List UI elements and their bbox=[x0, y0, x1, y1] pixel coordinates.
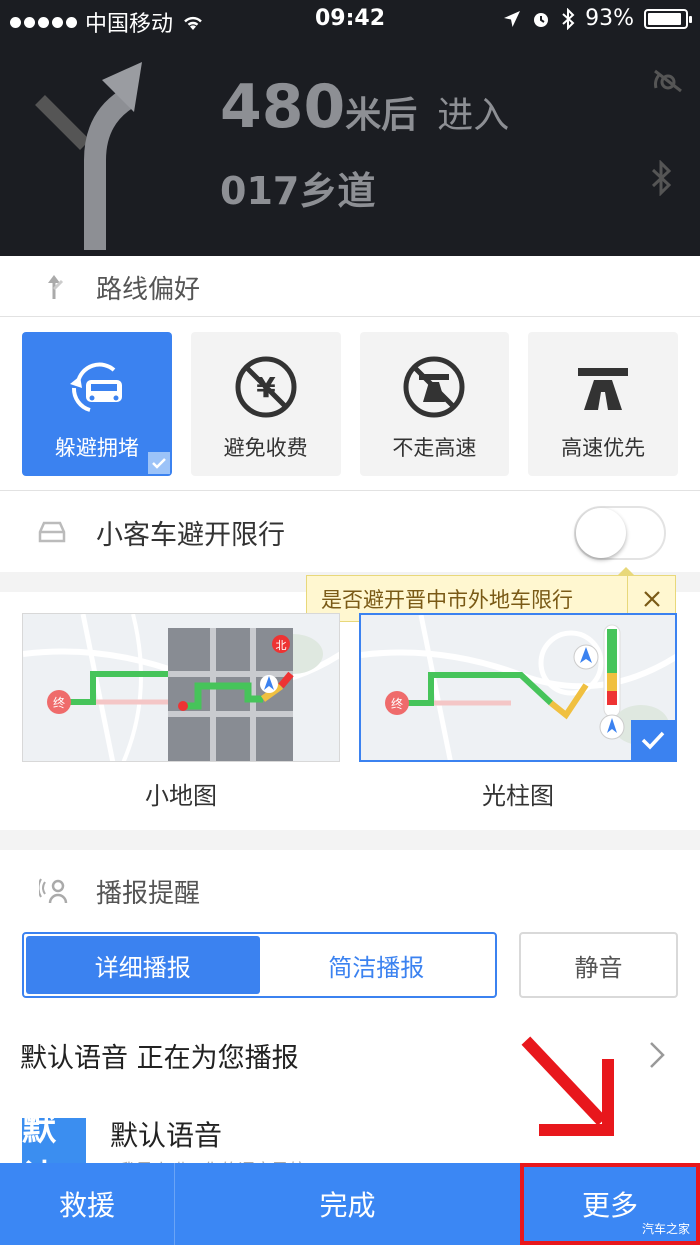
north-indicator-text: 北 bbox=[276, 639, 287, 652]
divider bbox=[0, 490, 700, 491]
broadcast-person-icon bbox=[39, 878, 68, 904]
check-icon bbox=[147, 452, 170, 474]
pref-label: 高速优先 bbox=[561, 436, 646, 460]
navigation-header: 480米后 进入 017乡道 bbox=[0, 40, 700, 256]
map-style-label: 小地图 bbox=[145, 782, 217, 810]
section-gap bbox=[0, 830, 700, 850]
rescue-button[interactable]: 救援 bbox=[0, 1163, 175, 1245]
pref-avoid-toll[interactable]: ¥ 避免收费 bbox=[190, 332, 341, 476]
battery-percent: 93% bbox=[585, 6, 634, 31]
alarm-icon bbox=[534, 12, 549, 27]
red-arrow-annotation bbox=[521, 1036, 614, 1136]
restriction-label: 小客车避开限行 bbox=[96, 519, 285, 551]
route-pref-options: 躲避拥堵 ¥ 避免收费 不走高速 高速优先 bbox=[22, 332, 678, 476]
route-fork-icon bbox=[48, 275, 64, 299]
distance-value: 480 bbox=[220, 72, 346, 142]
broadcast-title: 播报提醒 bbox=[96, 878, 201, 909]
turn-action: 进入 bbox=[437, 95, 510, 136]
done-button[interactable]: 完成 bbox=[175, 1163, 520, 1245]
distance-unit: 米后 bbox=[345, 95, 418, 136]
check-icon bbox=[631, 720, 675, 760]
bluetooth-icon bbox=[562, 7, 575, 30]
mode-concise-button[interactable]: 简洁播报 bbox=[260, 936, 494, 994]
status-bar: 中国移动 09:42 93% bbox=[0, 0, 700, 40]
turn-right-arrow-icon bbox=[35, 62, 142, 250]
bottom-action-bar: 救援 完成 更多 汽车之家 bbox=[0, 1163, 700, 1245]
destination-marker-text: 终 bbox=[391, 696, 403, 711]
more-label: 更多 bbox=[581, 1189, 638, 1222]
map-style-light-bar[interactable]: 终 bbox=[359, 613, 677, 762]
pref-no-highway[interactable]: 不走高速 bbox=[359, 332, 510, 476]
location-arrow-icon bbox=[504, 10, 521, 27]
voice-name: 默认语音 bbox=[110, 1119, 223, 1152]
voice-off-icon[interactable] bbox=[652, 68, 684, 94]
mute-button[interactable]: 静音 bbox=[519, 932, 678, 998]
watermark: 汽车之家 bbox=[641, 1222, 690, 1236]
restriction-toggle[interactable] bbox=[574, 506, 666, 560]
divider bbox=[0, 316, 700, 317]
highway-icon bbox=[578, 368, 629, 410]
pref-label: 不走高速 bbox=[392, 436, 477, 460]
mini-map-preview: 终 北 bbox=[23, 614, 339, 761]
bluetooth-icon[interactable] bbox=[650, 160, 674, 196]
no-highway-icon bbox=[403, 356, 465, 418]
route-pref-section-title: 路线偏好 bbox=[0, 256, 700, 318]
no-toll-icon: ¥ bbox=[235, 356, 297, 418]
pref-avoid-congestion[interactable]: 躲避拥堵 bbox=[22, 332, 172, 476]
destination-marker-text: 终 bbox=[53, 695, 65, 710]
more-button[interactable]: 更多 汽车之家 bbox=[520, 1163, 700, 1245]
restriction-row: 小客车避开限行 bbox=[0, 492, 700, 572]
avoid-congestion-car-icon bbox=[69, 362, 122, 412]
light-bar-preview: 终 bbox=[361, 615, 675, 760]
broadcast-section-title: 播报提醒 bbox=[0, 860, 700, 922]
route-pref-title: 路线偏好 bbox=[96, 274, 201, 305]
broadcast-mode-segment: 详细播报 简洁播报 bbox=[22, 932, 497, 998]
battery-icon bbox=[644, 8, 692, 29]
distance-text: 480米后 进入 bbox=[220, 72, 509, 142]
pref-highway-first[interactable]: 高速优先 bbox=[528, 332, 678, 476]
car-icon bbox=[38, 521, 66, 543]
map-style-mini-map[interactable]: 终 北 bbox=[22, 613, 340, 762]
toggle-knob bbox=[576, 508, 626, 558]
mode-detailed-button[interactable]: 详细播报 bbox=[26, 936, 260, 994]
pref-label: 避免收费 bbox=[223, 436, 308, 460]
tooltip-text: 是否避开晋中市外地车限行 bbox=[321, 587, 573, 612]
close-icon bbox=[643, 590, 660, 607]
road-name: 017乡道 bbox=[220, 169, 376, 213]
voice-row-label: 默认语音 正在为您播报 bbox=[20, 1042, 299, 1074]
pref-label: 躲避拥堵 bbox=[54, 436, 139, 460]
map-style-label: 光柱图 bbox=[482, 782, 554, 810]
chevron-right-icon bbox=[650, 1042, 665, 1068]
